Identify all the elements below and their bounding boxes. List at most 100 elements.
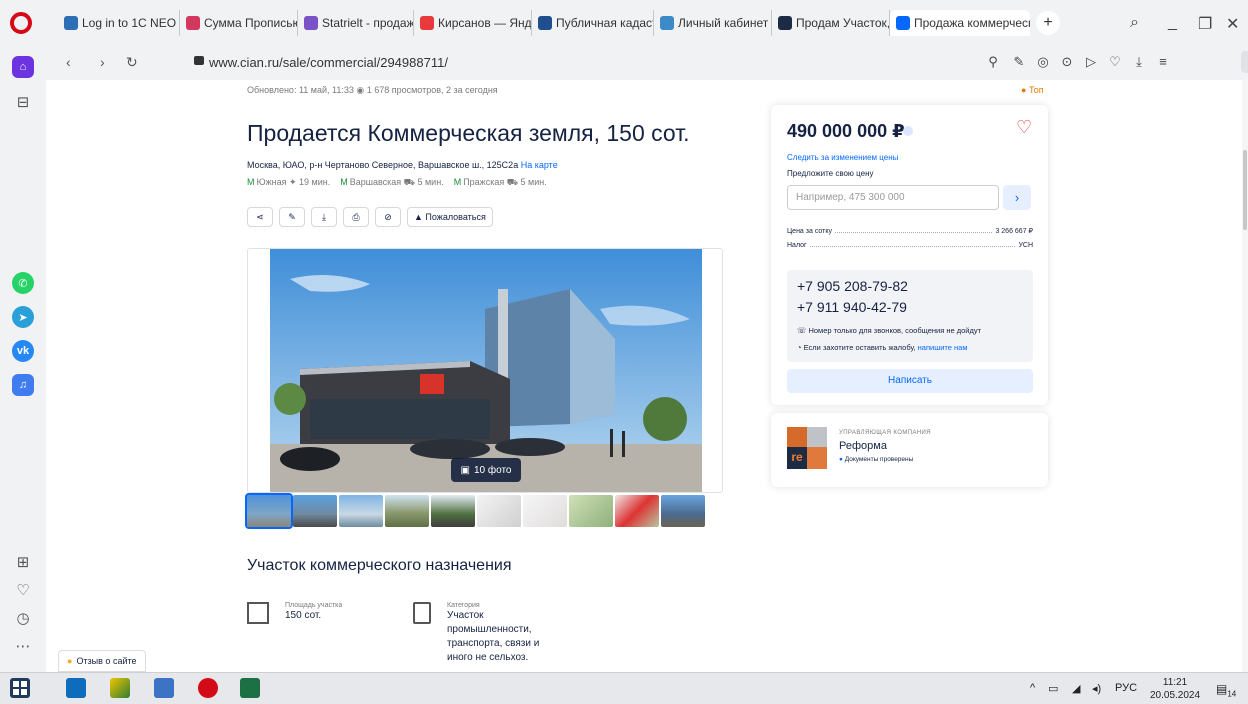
thumbnail[interactable]: [385, 495, 429, 527]
opera-logo-icon[interactable]: [10, 12, 32, 34]
forward-icon[interactable]: ›: [100, 54, 105, 70]
search-tabs-icon[interactable]: ⌕: [1130, 14, 1139, 32]
tab-title: Log in to 1C NEO: [82, 16, 177, 30]
metro-item[interactable]: M Варшавская ⛟ 5 мин.: [340, 177, 443, 189]
thumbnail[interactable]: [569, 495, 613, 527]
tab-favicon-icon: [304, 16, 318, 30]
battery-icon[interactable]: ▭: [1048, 682, 1058, 695]
vk-icon[interactable]: vk: [12, 340, 34, 362]
note-button[interactable]: ✎: [279, 207, 305, 227]
thumbnail[interactable]: [523, 495, 567, 527]
hide-button[interactable]: ⊘: [375, 207, 401, 227]
tab-favicon-icon: [186, 16, 200, 30]
feedback-button[interactable]: ● Отзыв о сайте: [58, 650, 146, 672]
explorer-icon[interactable]: [154, 678, 174, 698]
price: 490 000 000 ₽: [787, 121, 905, 141]
thumbnail[interactable]: [339, 495, 383, 527]
search-icon[interactable]: ⚲: [986, 55, 1000, 69]
menu-icon[interactable]: ≡: [1156, 55, 1170, 69]
download-icon[interactable]: ⤓: [1132, 55, 1146, 69]
photo-count-badge[interactable]: ▣ 10 фото: [451, 458, 521, 482]
tab-6[interactable]: Личный кабинет: [654, 10, 772, 36]
offer-input[interactable]: Например, 475 300 000: [787, 185, 999, 210]
clock[interactable]: 11:21 20.05.2024: [1150, 676, 1200, 702]
favorites-icon[interactable]: ♡: [14, 582, 32, 600]
language-indicator[interactable]: РУС: [1115, 682, 1137, 694]
music-icon[interactable]: ♫: [12, 374, 34, 396]
scroll-thumb[interactable]: [1243, 150, 1247, 230]
track-price-link[interactable]: Следить за изменением цены: [787, 153, 898, 162]
thumbnail[interactable]: [245, 493, 293, 529]
restore-icon[interactable]: ❐: [1198, 14, 1212, 34]
address-line: Москва, ЮАО, р-н Чертаново Северное, Вар…: [247, 160, 558, 170]
minimize-icon[interactable]: _: [1168, 14, 1177, 32]
photo-gallery[interactable]: [247, 248, 723, 493]
tab-title: Сумма Прописью: [204, 16, 298, 30]
thumbnail[interactable]: [477, 495, 521, 527]
profile-icon[interactable]: 8: [1241, 51, 1248, 73]
outlook-icon[interactable]: [66, 678, 86, 698]
new-tab-button[interactable]: +: [1036, 11, 1060, 35]
tab-favicon-icon: [420, 16, 434, 30]
more-icon[interactable]: ⋯: [14, 638, 32, 656]
back-icon[interactable]: ‹: [66, 54, 71, 70]
camera-icon[interactable]: ◎: [1036, 55, 1050, 69]
main-photo[interactable]: [270, 249, 702, 492]
play-icon[interactable]: ▷: [1084, 55, 1098, 69]
telegram-icon[interactable]: ➤: [12, 306, 34, 328]
tab-4[interactable]: Кирсанов — Яндекс: [414, 10, 532, 36]
price-history-icon[interactable]: [903, 126, 913, 136]
excel-icon[interactable]: [240, 678, 260, 698]
tray-chevron-icon[interactable]: ^: [1030, 682, 1035, 694]
thumbnail[interactable]: [431, 495, 475, 527]
metro-item[interactable]: M Южная ✦ 19 мин.: [247, 177, 330, 189]
edit-icon[interactable]: ✎: [1012, 55, 1026, 69]
thumbnail[interactable]: [293, 495, 337, 527]
tab-favicon-icon: [64, 16, 78, 30]
tab-8[interactable]: Продажа коммерческой: [890, 10, 1030, 36]
shield-icon[interactable]: ⊙: [1060, 55, 1074, 69]
tab-1[interactable]: Log in to 1C NEO: [58, 10, 180, 36]
briefcase-icon[interactable]: ⊟: [14, 94, 32, 112]
top-badge: ● Топ: [1021, 85, 1044, 95]
wifi-icon[interactable]: ◢: [1072, 682, 1080, 695]
history-icon[interactable]: ◷: [14, 610, 32, 628]
download-button[interactable]: ⤓: [311, 207, 337, 227]
home-icon[interactable]: ⌂: [12, 56, 34, 78]
print-button[interactable]: ⎙: [343, 207, 369, 227]
reload-icon[interactable]: ↻: [126, 54, 138, 71]
tab-title: Продам Участок, г: [796, 16, 890, 30]
tab-2[interactable]: Сумма Прописью: [180, 10, 298, 36]
apps-grid-icon[interactable]: ⊞: [14, 554, 32, 572]
phone-number[interactable]: +7 905 208-79-82: [797, 278, 908, 294]
notifications-icon[interactable]: ▤14: [1216, 682, 1236, 698]
close-icon[interactable]: ✕: [1226, 14, 1239, 34]
write-button[interactable]: Написать: [787, 369, 1033, 393]
map-link[interactable]: На карте: [521, 160, 558, 170]
tab-favicon-icon: [538, 16, 552, 30]
tab-7[interactable]: Продам Участок, г: [772, 10, 890, 36]
tab-5[interactable]: Публичная кадастр: [532, 10, 654, 36]
heart-icon[interactable]: ♡: [1108, 55, 1122, 69]
whatsapp-icon[interactable]: ✆: [12, 272, 34, 294]
browser-tab-bar: Log in to 1C NEO Сумма Прописью Statrielt …: [0, 0, 1248, 46]
write-us-link[interactable]: напишите нам: [918, 343, 968, 352]
agency-name[interactable]: Реформа: [839, 440, 887, 452]
thumbnail[interactable]: [661, 495, 705, 527]
thumbnail[interactable]: [615, 495, 659, 527]
offer-label: Предложите свою цену: [787, 169, 874, 178]
share-button[interactable]: ⋖: [247, 207, 273, 227]
complain-button[interactable]: ▲ Пожаловаться: [407, 207, 493, 227]
price-card: 490 000 000 ₽ ♡ Следить за изменением це…: [771, 105, 1048, 405]
opera-taskbar-icon[interactable]: [198, 678, 218, 698]
metro-item[interactable]: M Пражская ⛟ 5 мин.: [454, 177, 547, 189]
favorite-heart-icon[interactable]: ♡: [1016, 117, 1032, 138]
url-field[interactable]: www.cian.ru/sale/commercial/294988711/: [209, 55, 448, 70]
windows-start-icon[interactable]: [10, 678, 30, 698]
tab-3[interactable]: Statrielt - продажа: [298, 10, 414, 36]
offer-submit-button[interactable]: ›: [1003, 185, 1031, 210]
phone-number[interactable]: +7 911 940-42-79: [797, 299, 907, 315]
agency-card[interactable]: re УПРАВЛЯЮЩАЯ КОМПАНИЯ Реформа ● Докуме…: [771, 413, 1048, 487]
volume-icon[interactable]: ◂): [1092, 682, 1101, 695]
app-icon[interactable]: [110, 678, 130, 698]
